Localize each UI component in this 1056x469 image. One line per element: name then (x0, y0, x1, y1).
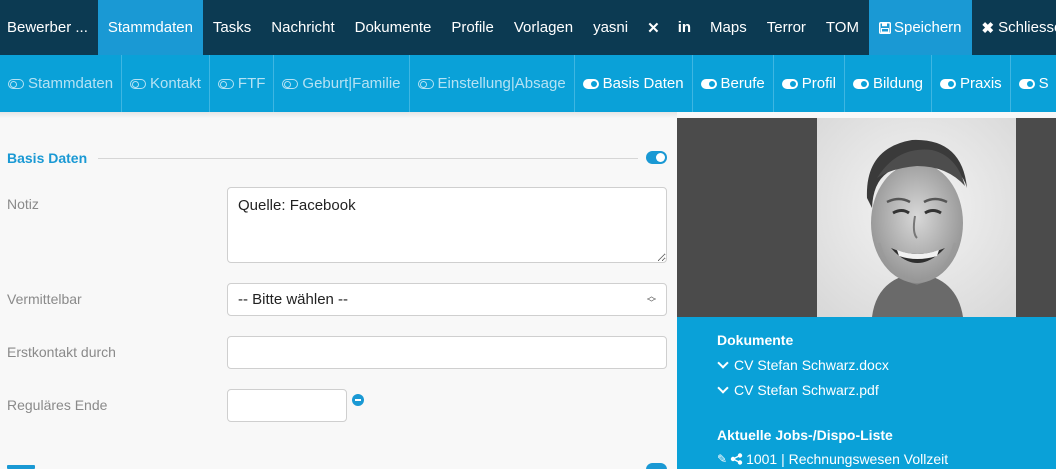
jobs-heading: Aktuelle Jobs-/Dispo-Liste (717, 427, 893, 443)
pencil-icon[interactable]: ✎ (717, 452, 727, 466)
tab-label: Basis Daten (602, 75, 684, 92)
tab-label: Praxis (959, 75, 1002, 92)
nav-label: Profile (451, 19, 494, 36)
nav-bewerber[interactable]: Bewerber ... (0, 0, 98, 55)
section-toggle[interactable] (646, 151, 667, 164)
close-label: Schliessen (998, 19, 1056, 36)
xing-glyph: ✕ (647, 19, 660, 37)
tab-label: Geburt|Familie (302, 75, 401, 92)
header-shadow (0, 112, 677, 118)
select-value: -- Bitte wählen -- (238, 291, 349, 308)
erstkontakt-label: Erstkontakt durch (7, 344, 116, 360)
profile-photo (817, 118, 1016, 317)
divider (98, 158, 638, 159)
nav-maps[interactable]: Maps (700, 0, 757, 55)
chevron-down-icon (717, 382, 729, 394)
document-name: CV Stefan Schwarz.docx (734, 357, 889, 373)
nav-label: Dokumente (354, 19, 432, 36)
tab-label: Profil (801, 75, 836, 92)
notiz-textarea[interactable]: Quelle: Facebook (227, 187, 667, 263)
nav-yasni[interactable]: yasni (583, 0, 638, 55)
toggle-off-icon (8, 78, 24, 89)
share-icon[interactable] (730, 453, 743, 465)
toggle-off-icon (282, 78, 299, 89)
nav-label: Stammdaten (107, 19, 193, 36)
nav-label: TOM (825, 19, 859, 36)
tab-label: Stammdaten (28, 75, 114, 92)
job-title[interactable]: 1001 | Rechnungswesen Vollzeit (746, 451, 948, 467)
tab-profil[interactable]: Profil (774, 55, 845, 112)
toggle-off-icon (130, 78, 147, 89)
toggle-on-icon (1018, 78, 1035, 89)
top-navigation: Bewerber ... Stammdaten Tasks Nachricht … (0, 0, 1056, 55)
toggle-on-icon (582, 78, 599, 89)
toggle-on-icon (781, 78, 798, 89)
regulaeres-ende-label: Reguläres Ende (7, 397, 108, 413)
tab-label: S (1038, 75, 1049, 92)
linkedin-icon[interactable]: in (669, 0, 700, 55)
tab-geburt-familie[interactable]: Geburt|Familie (274, 55, 410, 112)
nav-terror[interactable]: Terror (757, 0, 816, 55)
tab-bildung[interactable]: Bildung (845, 55, 932, 112)
tab-label: FTF (237, 75, 266, 92)
tab-label: Berufe (720, 75, 765, 92)
tab-ftf[interactable]: FTF (210, 55, 275, 112)
tab-label: Kontakt (150, 75, 201, 92)
nav-label: Vorlagen (513, 19, 574, 36)
section-tabs: Stammdaten Kontakt FTF Geburt|Familie Ei… (0, 55, 1056, 112)
tab-kontakt[interactable]: Kontakt (122, 55, 210, 112)
tab-label: Bildung (872, 75, 923, 92)
chevron-down-icon (717, 357, 729, 369)
close-icon: ✖ (981, 19, 995, 37)
document-link[interactable]: CV Stefan Schwarz.docx (717, 357, 889, 373)
save-icon (878, 21, 891, 34)
toggle-on-icon (852, 78, 869, 89)
nav-nachricht[interactable]: Nachricht (261, 0, 344, 55)
tab-praxis[interactable]: Praxis (932, 55, 1011, 112)
nav-profile[interactable]: Profile (441, 0, 504, 55)
nav-stammdaten[interactable]: Stammdaten (97, 0, 203, 55)
vermittelbar-label: Vermittelbar (7, 291, 82, 307)
save-button[interactable]: Speichern (868, 0, 972, 55)
nav-vorlagen[interactable]: Vorlagen (504, 0, 583, 55)
tab-basis-daten[interactable]: Basis Daten (575, 55, 693, 112)
vermittelbar-select[interactable]: -- Bitte wählen -- ︿ ﹀ (227, 283, 667, 316)
notiz-label: Notiz (7, 196, 39, 212)
document-name: CV Stefan Schwarz.pdf (734, 382, 879, 398)
save-label: Speichern (893, 19, 962, 36)
nav-tasks[interactable]: Tasks (203, 0, 261, 55)
nav-label: Bewerber ... (7, 19, 88, 36)
remove-icon[interactable] (352, 394, 364, 406)
job-item: ✎ 1001 | Rechnungswesen Vollzeit (717, 451, 948, 467)
regulaeres-ende-input[interactable] (227, 389, 347, 422)
tab-einstellung-absage[interactable]: Einstellung|Absage (410, 55, 575, 112)
toggle-off-icon (417, 78, 434, 89)
tab-overflow[interactable]: S (1011, 55, 1056, 112)
erstkontakt-input[interactable] (227, 336, 667, 369)
toggle-off-icon (217, 78, 234, 89)
nav-label: Maps (710, 19, 747, 36)
tab-label: Einstellung|Absage (437, 75, 566, 92)
close-button[interactable]: ✖ Schliessen (972, 0, 1056, 55)
documents-heading: Dokumente (717, 332, 794, 348)
tab-stammdaten[interactable]: Stammdaten (0, 55, 123, 112)
xing-icon[interactable]: ✕ (638, 0, 669, 55)
document-link[interactable]: CV Stefan Schwarz.pdf (717, 382, 879, 398)
next-section-title (7, 462, 47, 469)
toggle-on-icon (939, 78, 956, 89)
nav-label: Terror (766, 19, 806, 36)
nav-label: Tasks (212, 19, 252, 36)
section-title: Basis Daten (7, 150, 88, 166)
nav-dokumente[interactable]: Dokumente (345, 0, 442, 55)
nav-label: Nachricht (271, 19, 335, 36)
nav-label: yasni (593, 19, 629, 36)
linkedin-glyph: in (677, 19, 692, 36)
next-section-toggle[interactable] (646, 463, 667, 469)
tab-berufe[interactable]: Berufe (693, 55, 774, 112)
toggle-on-icon (700, 78, 717, 89)
select-arrows-icon: ︿ ﹀ (646, 290, 656, 308)
nav-tom[interactable]: TOM (816, 0, 869, 55)
